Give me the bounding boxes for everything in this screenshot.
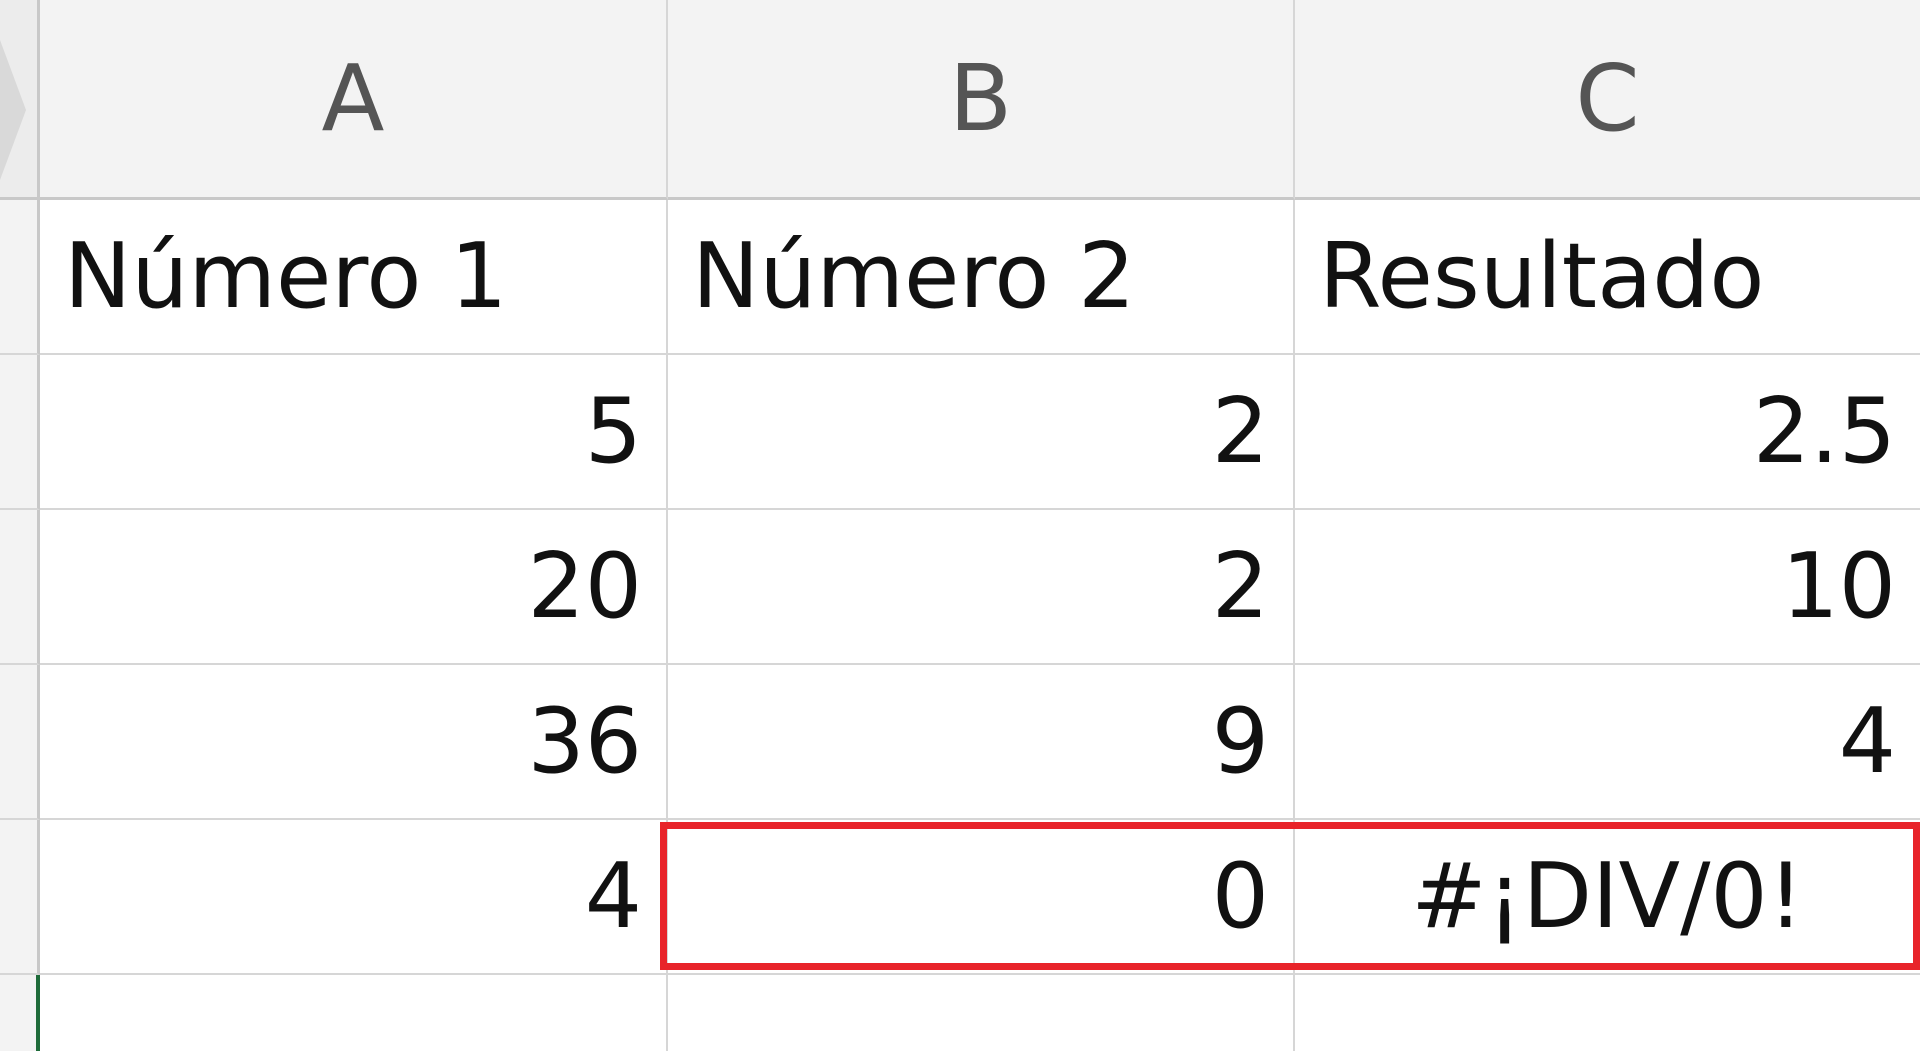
- row-header-2[interactable]: [0, 355, 40, 510]
- cell-c3[interactable]: 10: [1295, 510, 1920, 665]
- cell-a2[interactable]: 5: [40, 355, 668, 510]
- column-header-c[interactable]: C: [1295, 0, 1920, 200]
- cell-a4[interactable]: 36: [40, 665, 668, 820]
- column-header-a[interactable]: A: [40, 0, 668, 200]
- cell-b6[interactable]: [668, 975, 1295, 1051]
- row-header-6[interactable]: [0, 975, 40, 1051]
- cell-c5-error[interactable]: #¡DIV/0!: [1295, 820, 1920, 975]
- cell-c2[interactable]: 2.5: [1295, 355, 1920, 510]
- row-header-5[interactable]: [0, 820, 40, 975]
- cell-a1[interactable]: Número 1: [40, 200, 668, 355]
- cell-b5[interactable]: 0: [668, 820, 1295, 975]
- row-header-4[interactable]: [0, 665, 40, 820]
- column-header-b[interactable]: B: [668, 0, 1295, 200]
- select-all-corner[interactable]: [0, 0, 40, 200]
- cell-a5[interactable]: 4: [40, 820, 668, 975]
- spreadsheet: A B C Número 1 Número 2 Resultado 5 2 2.…: [0, 0, 1920, 1051]
- cell-b1[interactable]: Número 2: [668, 200, 1295, 355]
- cell-b4[interactable]: 9: [668, 665, 1295, 820]
- cell-b3[interactable]: 2: [668, 510, 1295, 665]
- cell-b2[interactable]: 2: [668, 355, 1295, 510]
- row-header-3[interactable]: [0, 510, 40, 665]
- cell-c6[interactable]: [1295, 975, 1920, 1051]
- cell-a3[interactable]: 20: [40, 510, 668, 665]
- cell-a6[interactable]: [40, 975, 668, 1051]
- select-all-triangle-icon: [0, 40, 26, 180]
- cell-c4[interactable]: 4: [1295, 665, 1920, 820]
- cell-c1[interactable]: Resultado: [1295, 200, 1920, 355]
- row-header-1[interactable]: [0, 200, 40, 355]
